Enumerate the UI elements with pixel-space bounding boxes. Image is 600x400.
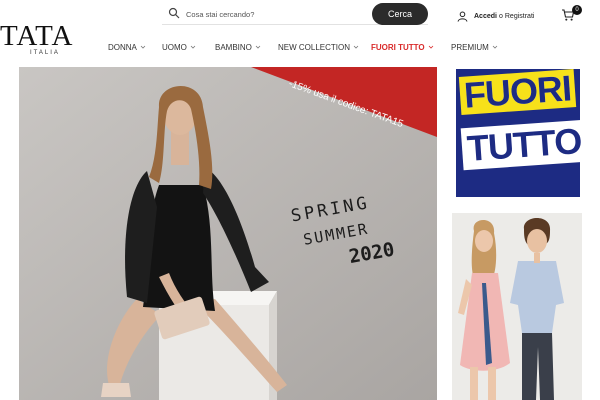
chevron-down-icon [428,45,433,49]
nav-item-label: FUORI TUTTO [371,42,425,52]
search-input[interactable] [186,5,366,23]
nav-item-label: BAMBINO [215,42,252,52]
logo-subtitle: ITALIA [30,50,60,56]
nav-item-new-collection[interactable]: NEW COLLECTION [278,41,371,53]
fuori-tutto-banner[interactable]: FUORI TUTTO [452,67,588,199]
logo[interactable]: TATA ITALIA [0,20,92,60]
nav-item-label: UOMO [162,42,187,52]
chevron-down-icon [255,45,261,49]
user-icon [457,11,468,22]
nav-item-bambino[interactable]: BAMBINO [215,41,278,53]
fuori-tutto-line-1: FUORI [458,67,577,116]
fuori-tutto-word-1: FUORI [458,67,577,116]
account-separator: o [498,12,503,20]
cart-count-badge: 0 [572,5,582,15]
kids-photo [452,213,582,400]
chevron-down-icon [140,45,146,49]
hero-banner[interactable]: -15% usa il codice: TATA15 SPRING SUMMER… [19,67,437,400]
kids-collection-banner[interactable] [452,213,582,400]
search-button[interactable]: Cerca [372,3,428,25]
nav-item-premium[interactable]: PREMIUM [451,41,501,53]
nav-item-label: DONNA [108,42,137,52]
fuori-tutto-word-2: TUTTO [460,119,588,171]
logo-wordmark: TATA [0,20,74,52]
nav-item-donna[interactable]: DONNA [108,41,162,53]
register-link[interactable]: Registrati [505,13,535,20]
search-icon [168,7,180,19]
chevron-down-icon [492,45,498,49]
nav-item-label: PREMIUM [451,42,489,52]
nav-item-fuori-tutto[interactable]: FUORI TUTTO [371,41,451,53]
chevron-down-icon [190,45,196,49]
nav-item-uomo[interactable]: UOMO [162,41,215,53]
account-link[interactable]: Accedi o Registrati [457,9,534,23]
nav-item-label: NEW COLLECTION [278,42,351,52]
main-nav: DONNA UOMO BAMBINO NEW COLLECTION FUORI … [108,41,501,53]
search-bar: Cerca [162,3,428,25]
login-link[interactable]: Accedi [474,13,497,20]
fuori-tutto-line-2: TUTTO [460,119,588,171]
chevron-down-icon [353,45,359,49]
